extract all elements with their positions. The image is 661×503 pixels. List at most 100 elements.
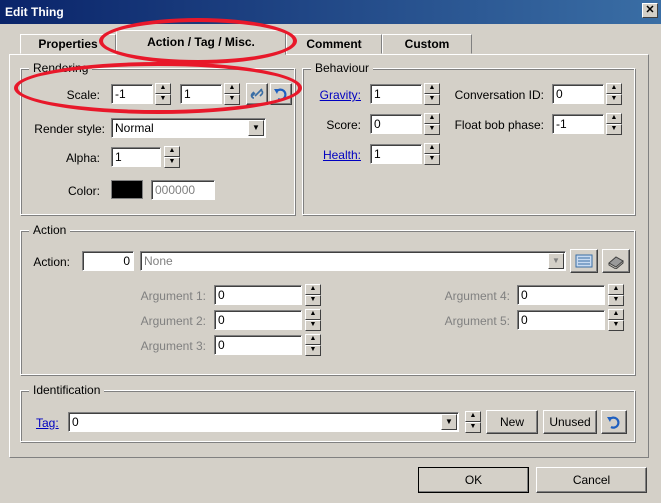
tag-link[interactable]: Tag: xyxy=(36,416,59,430)
spin-up-icon[interactable]: ▲ xyxy=(606,113,622,124)
spin-up-icon[interactable]: ▲ xyxy=(424,113,440,124)
gravity-input[interactable]: 1 xyxy=(370,84,422,104)
argument-2-input[interactable]: 0 xyxy=(214,310,302,330)
tag-select[interactable]: 0 ▼ xyxy=(68,412,459,432)
argument-2-label: Argument 2: xyxy=(140,314,206,328)
spin-up-icon[interactable]: ▲ xyxy=(164,146,180,157)
spin-up-icon[interactable]: ▲ xyxy=(305,334,321,345)
spin-down-icon[interactable]: ▼ xyxy=(424,94,440,105)
float-bob-phase-input[interactable]: -1 xyxy=(552,114,604,134)
argument-2-spinner[interactable]: ▲ ▼ xyxy=(305,309,321,331)
scale-x-input[interactable]: -1 xyxy=(111,84,153,104)
render-style-select[interactable]: Normal ▼ xyxy=(111,118,266,138)
spin-up-icon[interactable]: ▲ xyxy=(305,309,321,320)
score-spinner[interactable]: ▲ ▼ xyxy=(424,113,440,135)
tag-select-value: 0 xyxy=(72,415,79,429)
spin-down-icon[interactable]: ▼ xyxy=(608,295,624,306)
close-button[interactable]: ✕ xyxy=(642,3,658,18)
spin-up-icon[interactable]: ▲ xyxy=(424,143,440,154)
tag-spinner[interactable]: ▲ ▼ xyxy=(465,411,481,433)
link-icon xyxy=(250,88,264,99)
spin-down-icon[interactable]: ▼ xyxy=(224,94,240,105)
health-spinner[interactable]: ▲ ▼ xyxy=(424,143,440,165)
gravity-label[interactable]: Gravity: xyxy=(305,88,361,102)
alpha-spinner[interactable]: ▲ ▼ xyxy=(164,146,180,168)
link-scale-button[interactable] xyxy=(246,83,268,105)
scale-x-spinner[interactable]: ▲ ▼ xyxy=(155,83,171,105)
reset-tag-button[interactable] xyxy=(601,410,627,434)
health-link[interactable]: Health: xyxy=(323,148,361,162)
cancel-button[interactable]: Cancel xyxy=(536,467,647,493)
spin-up-icon[interactable]: ▲ xyxy=(608,284,624,295)
tab-custom-label: Custom xyxy=(404,37,450,51)
tab-action-tag-misc[interactable]: Action / Tag / Misc. xyxy=(116,30,286,55)
unused-tag-button[interactable]: Unused xyxy=(543,410,597,434)
tab-custom[interactable]: Custom xyxy=(382,34,472,54)
health-input[interactable]: 1 xyxy=(370,144,422,164)
argument-1-input[interactable]: 0 xyxy=(214,285,302,305)
argument-3-spinner[interactable]: ▲ ▼ xyxy=(305,334,321,356)
argument-5-input[interactable]: 0 xyxy=(517,310,605,330)
new-tag-button[interactable]: New xyxy=(486,410,538,434)
spin-up-icon[interactable]: ▲ xyxy=(608,309,624,320)
spin-down-icon[interactable]: ▼ xyxy=(608,320,624,331)
conversation-id-input[interactable]: 0 xyxy=(552,84,604,104)
spin-down-icon[interactable]: ▼ xyxy=(305,295,321,306)
conversation-id-label: Conversation ID: xyxy=(454,88,544,102)
action-help-button[interactable] xyxy=(602,249,630,273)
spin-down-icon[interactable]: ▼ xyxy=(424,124,440,135)
window-title: Edit Thing xyxy=(5,5,64,19)
argument-3-input[interactable]: 0 xyxy=(214,335,302,355)
gravity-spinner[interactable]: ▲ ▼ xyxy=(424,83,440,105)
spin-down-icon[interactable]: ▼ xyxy=(164,157,180,168)
health-label[interactable]: Health: xyxy=(305,148,361,162)
color-label: Color: xyxy=(67,184,100,198)
spin-down-icon[interactable]: ▼ xyxy=(305,320,321,331)
alpha-input[interactable]: 1 xyxy=(111,147,161,167)
tab-comment[interactable]: Comment xyxy=(286,34,382,54)
chevron-down-icon[interactable]: ▼ xyxy=(441,414,457,430)
score-input[interactable]: 0 xyxy=(370,114,422,134)
spin-up-icon[interactable]: ▲ xyxy=(424,83,440,94)
argument-1-spinner[interactable]: ▲ ▼ xyxy=(305,284,321,306)
action-browse-button[interactable] xyxy=(570,249,598,273)
alpha-label: Alpha: xyxy=(65,151,100,165)
list-icon xyxy=(575,254,593,268)
scale-y-spinner[interactable]: ▲ ▼ xyxy=(224,83,240,105)
scale-label: Scale: xyxy=(66,88,100,102)
action-select[interactable]: None ▼ xyxy=(140,251,566,271)
spin-up-icon[interactable]: ▲ xyxy=(606,83,622,94)
reset-scale-button[interactable] xyxy=(270,83,292,105)
spin-up-icon[interactable]: ▲ xyxy=(224,83,240,94)
scale-y-input[interactable]: 1 xyxy=(180,84,222,104)
tag-label[interactable]: Tag: xyxy=(36,416,59,430)
argument-1-label: Argument 1: xyxy=(140,289,206,303)
spin-up-icon[interactable]: ▲ xyxy=(465,411,481,422)
chevron-down-icon[interactable]: ▼ xyxy=(548,253,564,269)
color-swatch[interactable] xyxy=(111,180,143,199)
ok-button[interactable]: OK xyxy=(418,467,529,493)
spin-down-icon[interactable]: ▼ xyxy=(465,422,481,433)
spin-down-icon[interactable]: ▼ xyxy=(606,124,622,135)
argument-4-input[interactable]: 0 xyxy=(517,285,605,305)
argument-4-label: Argument 4: xyxy=(444,289,510,303)
spin-down-icon[interactable]: ▼ xyxy=(424,154,440,165)
action-legend: Action xyxy=(29,223,71,237)
spin-up-icon[interactable]: ▲ xyxy=(305,284,321,295)
undo-icon xyxy=(607,416,620,429)
spin-up-icon[interactable]: ▲ xyxy=(155,83,171,94)
tab-properties[interactable]: Properties xyxy=(20,34,116,54)
color-hex-input[interactable]: 000000 xyxy=(151,180,215,200)
argument-4-spinner[interactable]: ▲ ▼ xyxy=(608,284,624,306)
argument-5-spinner[interactable]: ▲ ▼ xyxy=(608,309,624,331)
action-select-value: None xyxy=(144,254,173,268)
gravity-link[interactable]: Gravity: xyxy=(320,88,361,102)
chevron-down-icon[interactable]: ▼ xyxy=(248,120,264,136)
float-bob-phase-spinner[interactable]: ▲ ▼ xyxy=(606,113,622,135)
action-number-input[interactable]: 0 xyxy=(82,251,134,271)
tab-action-tag-misc-label: Action / Tag / Misc. xyxy=(147,35,255,49)
spin-down-icon[interactable]: ▼ xyxy=(155,94,171,105)
conversation-id-spinner[interactable]: ▲ ▼ xyxy=(606,83,622,105)
spin-down-icon[interactable]: ▼ xyxy=(606,94,622,105)
spin-down-icon[interactable]: ▼ xyxy=(305,345,321,356)
